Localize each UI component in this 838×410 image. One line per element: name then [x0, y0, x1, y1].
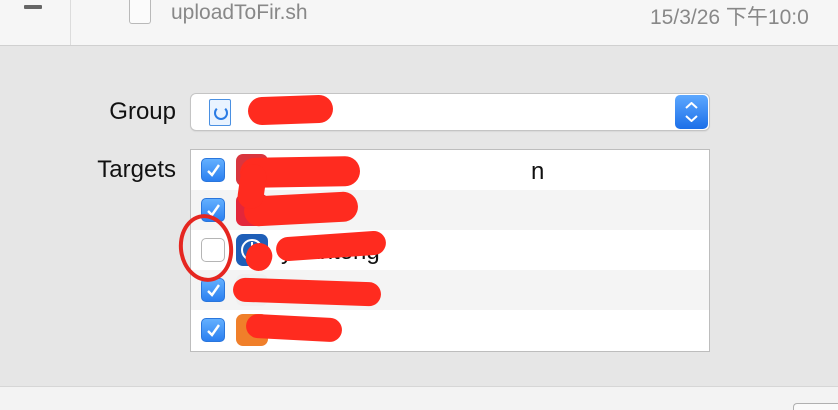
popup-chevrons-icon[interactable] — [675, 95, 708, 129]
group-label: Group — [109, 98, 176, 125]
redaction-scribble — [232, 277, 382, 307]
target-checkbox[interactable] — [201, 158, 225, 182]
file-icon — [129, 0, 151, 24]
xcode-project-icon — [209, 99, 231, 126]
checkmark-icon — [207, 164, 220, 177]
panel-tab[interactable] — [793, 403, 838, 410]
chevron-up-icon — [685, 102, 698, 109]
checkmark-icon — [207, 284, 220, 297]
column-divider — [70, 0, 71, 45]
file-name[interactable]: uploadToFir.sh — [171, 1, 308, 25]
chevron-down-icon — [685, 115, 698, 122]
redaction-scribble — [247, 94, 334, 126]
targets-label: Targets — [97, 156, 176, 183]
file-list-row[interactable]: uploadToFir.sh 15/3/26 下午10:0 — [0, 0, 838, 46]
checkmark-icon — [207, 324, 220, 337]
bottom-panel — [0, 386, 838, 410]
minus-icon[interactable] — [24, 5, 42, 9]
file-date: 15/3/26 下午10:0 — [650, 6, 809, 29]
target-checkbox[interactable] — [201, 318, 225, 342]
target-name: n — [531, 158, 545, 185]
redaction-scribble — [245, 313, 343, 343]
